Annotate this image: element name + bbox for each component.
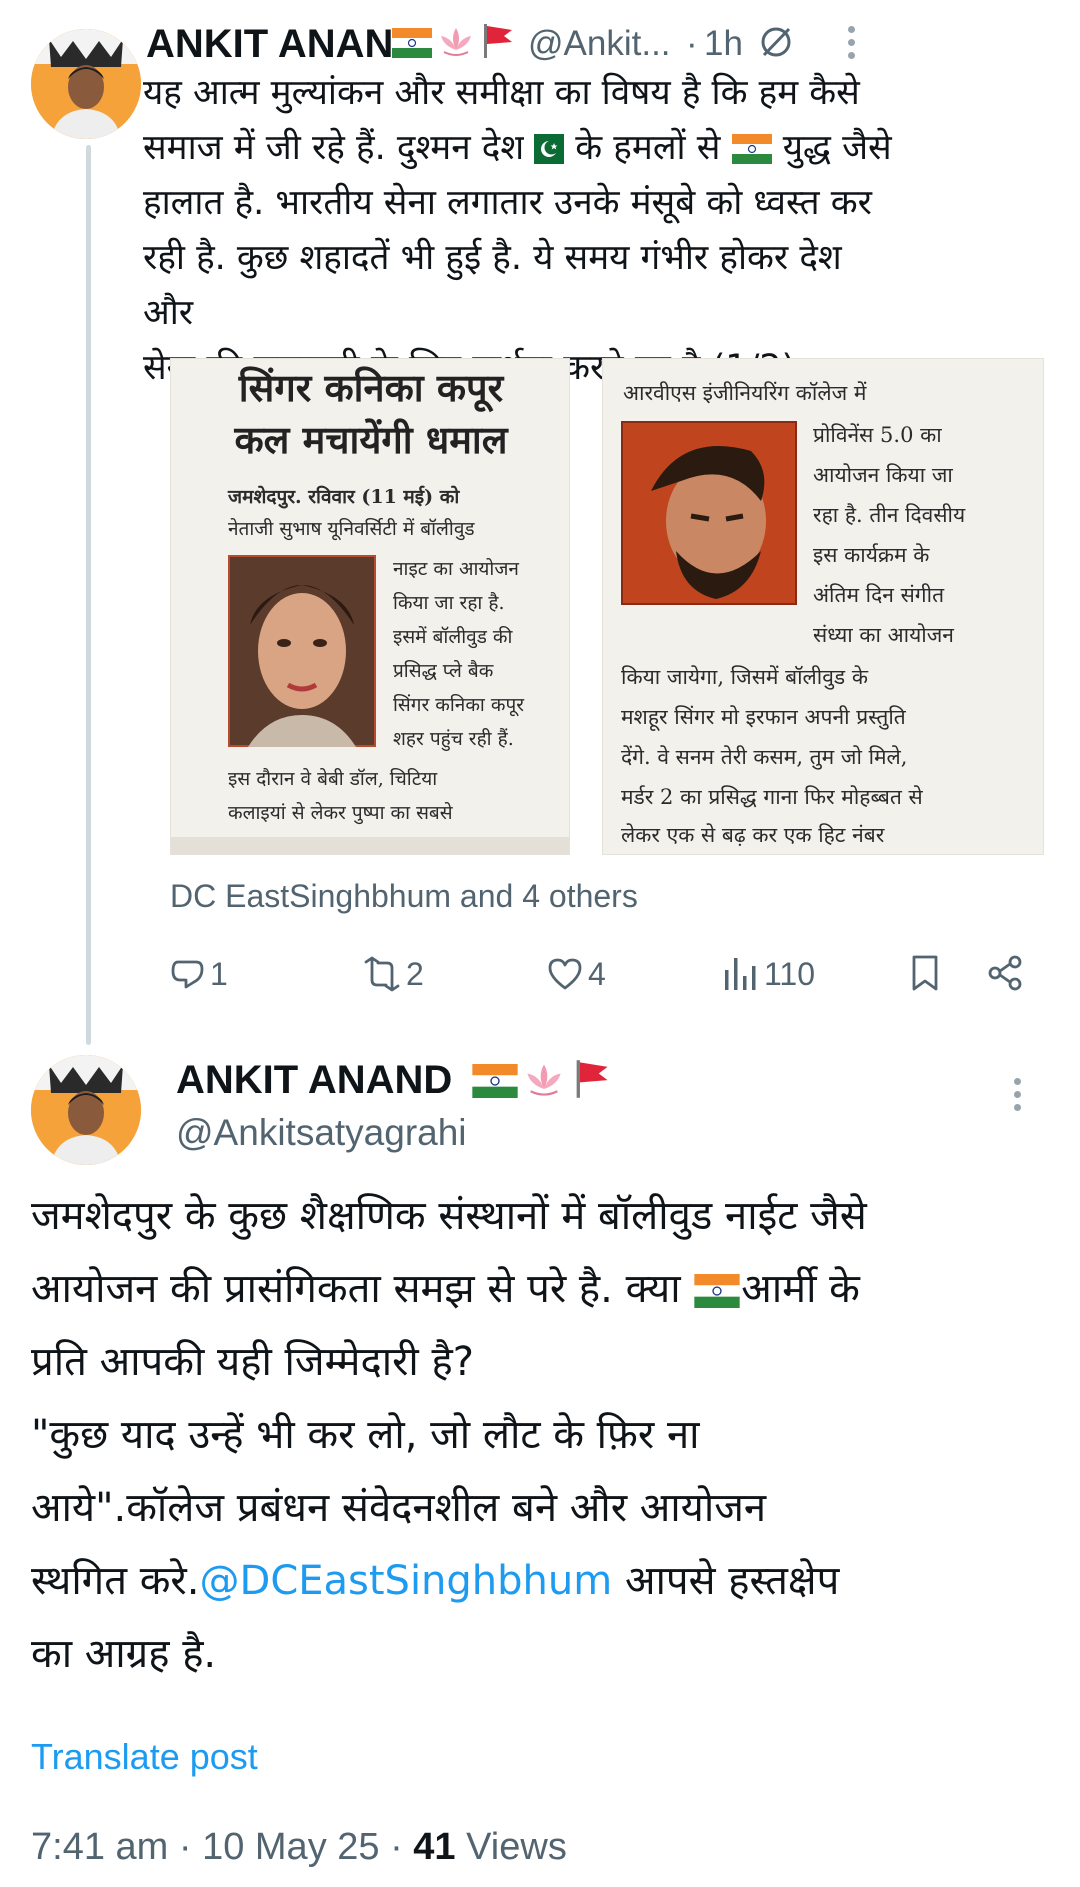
handle-text[interactable]: @Ankit... bbox=[528, 24, 671, 63]
tweet-line-part: आपसे हस्तक्षेप bbox=[624, 1558, 840, 1604]
post-timestamp[interactable]: 7:41 am · 10 May 25 · bbox=[31, 1826, 413, 1868]
lotus-icon bbox=[441, 28, 471, 56]
author-handle[interactable]: @Ankit... bbox=[528, 24, 671, 64]
tweet-line: जमशेदपुर के कुछ शैक्षणिक संस्थानों में ब… bbox=[31, 1193, 867, 1239]
clipping-line: जमशेदपुर. रविवार (11 मई) को bbox=[228, 486, 460, 508]
clipping-line: नेताजी सुभाष यूनिवर्सिटी में बॉलीवुड bbox=[228, 518, 475, 540]
clipping-line: मशहूर सिंगर मो इरफान अपनी प्रस्तुति bbox=[621, 705, 906, 729]
view-count: 110 bbox=[764, 956, 816, 992]
views-label: Views bbox=[466, 1826, 567, 1868]
bookmark-icon[interactable] bbox=[910, 954, 940, 992]
tweet-text: यह आत्म मुल्यांकन और समीक्षा का विषय है … bbox=[143, 66, 892, 396]
lotus-icon bbox=[527, 1064, 561, 1096]
india-flag-icon bbox=[472, 1064, 518, 1098]
more-icon[interactable] bbox=[1014, 1078, 1022, 1117]
views-icon[interactable] bbox=[722, 954, 756, 992]
clipping-line: नाइट का आयोजन bbox=[393, 558, 519, 580]
like-icon[interactable] bbox=[546, 956, 584, 992]
red-flag-icon bbox=[576, 1060, 608, 1098]
clipping-line: रहा है. तीन दिवसीय bbox=[813, 503, 966, 527]
tweet-line: रही है. कुछ शहादतें भी हुई है. ये समय गं… bbox=[143, 238, 842, 333]
author-handle[interactable]: @Ankitsatyagrahi bbox=[176, 1112, 467, 1154]
tweet-line: स्थगित करे.@DCEastSinghbhum आपसे हस्तक्ष… bbox=[31, 1545, 1051, 1618]
repost-count: 2 bbox=[406, 956, 424, 992]
tweet-text: जमशेदपुर के कुछ शैक्षणिक संस्थानों में ब… bbox=[31, 1180, 1051, 1691]
grok-icon[interactable] bbox=[758, 24, 794, 60]
pakistan-flag-icon bbox=[524, 134, 565, 164]
post-meta: 7:41 am · 10 May 25 · 41 Views bbox=[31, 1826, 567, 1869]
tweet-line-part: के हमलों से bbox=[575, 128, 721, 168]
author-name-text[interactable]: ANKIT ANAND bbox=[176, 1058, 452, 1102]
india-flag-icon bbox=[731, 134, 772, 164]
repost-icon[interactable] bbox=[360, 956, 404, 992]
tweet-line-part: युद्ध जैसे bbox=[782, 128, 892, 168]
news-clipping-left[interactable]: सिंगर कनिका कपूर कल मचायेंगी धमाल जमशेदप… bbox=[170, 358, 570, 855]
avatar[interactable] bbox=[31, 1055, 141, 1165]
singer-photo bbox=[228, 555, 376, 747]
avatar[interactable] bbox=[31, 29, 141, 139]
clipping-line: इस दौरान वे बेबी डॉल, चिटिया bbox=[228, 768, 438, 790]
clipping-line: इस कार्यक्रम के bbox=[813, 543, 930, 567]
tweet-line: यह आत्म मुल्यांकन और समीक्षा का विषय है … bbox=[143, 73, 860, 113]
clipping-cutoff bbox=[171, 837, 569, 854]
translate-link[interactable]: Translate post bbox=[31, 1736, 258, 1778]
singer-photo bbox=[621, 421, 797, 605]
clipping-line: आयोजन किया जा bbox=[813, 463, 953, 487]
clipping-line: संध्या का आयोजन bbox=[813, 623, 954, 647]
india-flag-icon bbox=[694, 1274, 740, 1308]
clipping-line: आरवीएस इंजीनियरिंग कॉलेज में bbox=[623, 381, 867, 405]
tweet-line-part: स्थगित करे. bbox=[31, 1558, 200, 1604]
tagged-users[interactable]: DC EastSinghbhum and 4 others bbox=[170, 878, 638, 915]
clipping-headline: सिंगर कनिका कपूर bbox=[238, 365, 504, 410]
clipping-line: किया जा रहा है. bbox=[393, 592, 505, 614]
tweet-line: का आग्रह है. bbox=[31, 1631, 217, 1677]
share-icon[interactable] bbox=[986, 954, 1024, 992]
author-name[interactable]: ANKIT ANAND bbox=[146, 22, 422, 67]
tweet-line: आयोजन की प्रासंगिकता समझ से परे है. क्या… bbox=[31, 1253, 1051, 1326]
red-flag-icon bbox=[484, 24, 512, 58]
clipping-line: प्रसिद्ध प्ले बैक bbox=[393, 660, 494, 682]
like-count: 4 bbox=[588, 956, 606, 992]
views-count: 41 bbox=[413, 1826, 456, 1868]
clipping-line: किया जायेगा, जिसमें बॉलीवुड के bbox=[621, 665, 868, 689]
action-bar: 1 2 4 110 bbox=[170, 950, 1040, 1000]
clipping-line: कलाइयां से लेकर पुष्पा का सबसे bbox=[228, 802, 453, 824]
mention-link[interactable]: @DCEastSinghbhum bbox=[200, 1558, 613, 1604]
clipping-line: इसमें बॉलीवुड की bbox=[393, 626, 513, 648]
thread-line bbox=[86, 145, 91, 1045]
clipping-headline: कल मचायेंगी धमाल bbox=[234, 417, 508, 462]
tweet-line: समाज में जी रहे हैं. दुश्मन देश के हमलों… bbox=[143, 121, 892, 176]
author-name-text[interactable]: ANKIT ANAND bbox=[146, 22, 422, 66]
tweet-line-part: आर्मी के bbox=[741, 1266, 860, 1312]
author-name[interactable]: ANKIT ANAND bbox=[176, 1058, 452, 1103]
tweet-line-part: समाज में जी रहे हैं. दुश्मन देश bbox=[143, 128, 525, 168]
clipping-line: मर्डर 2 का प्रसिद्ध गाना फिर मोहब्बत से bbox=[621, 785, 923, 809]
more-icon[interactable] bbox=[848, 26, 856, 65]
tweet-line: आये".कॉलेज प्रबंधन संवेदनशील बने और आयोज… bbox=[31, 1485, 767, 1531]
tweet-line-part: आयोजन की प्रासंगिकता समझ से परे है. क्या bbox=[31, 1266, 681, 1312]
post-time[interactable]: 1h bbox=[704, 24, 743, 64]
clipping-line: सिंगर कनिका कपूर bbox=[393, 694, 525, 716]
tweet-line: प्रति आपकी यही जिम्मेदारी है? bbox=[31, 1339, 474, 1385]
tweet-line: हालात है. भारतीय सेना लगातार उनके मंसूबे… bbox=[143, 183, 872, 223]
separator-dot: · bbox=[686, 24, 698, 63]
india-flag-icon bbox=[392, 28, 432, 58]
reply-icon[interactable] bbox=[170, 956, 206, 992]
clipping-line: अंतिम दिन संगीत bbox=[813, 583, 945, 607]
tweet-line: "कुछ याद उन्हें भी कर लो, जो लौट के फ़िर… bbox=[31, 1412, 700, 1458]
clipping-line: देंगे. वे सनम तेरी कसम, तुम जो मिले, bbox=[621, 745, 908, 769]
news-clipping-right[interactable]: आरवीएस इंजीनियरिंग कॉलेज में प्रोविनेंस … bbox=[602, 358, 1044, 855]
clipping-line: लेकर एक से बढ़ कर एक हिट नंबर bbox=[621, 823, 885, 847]
clipping-line: शहर पहुंच रही हैं. bbox=[393, 728, 514, 750]
reply-count: 1 bbox=[210, 956, 228, 992]
clipping-line: प्रोविनेंस 5.0 का bbox=[813, 423, 942, 447]
